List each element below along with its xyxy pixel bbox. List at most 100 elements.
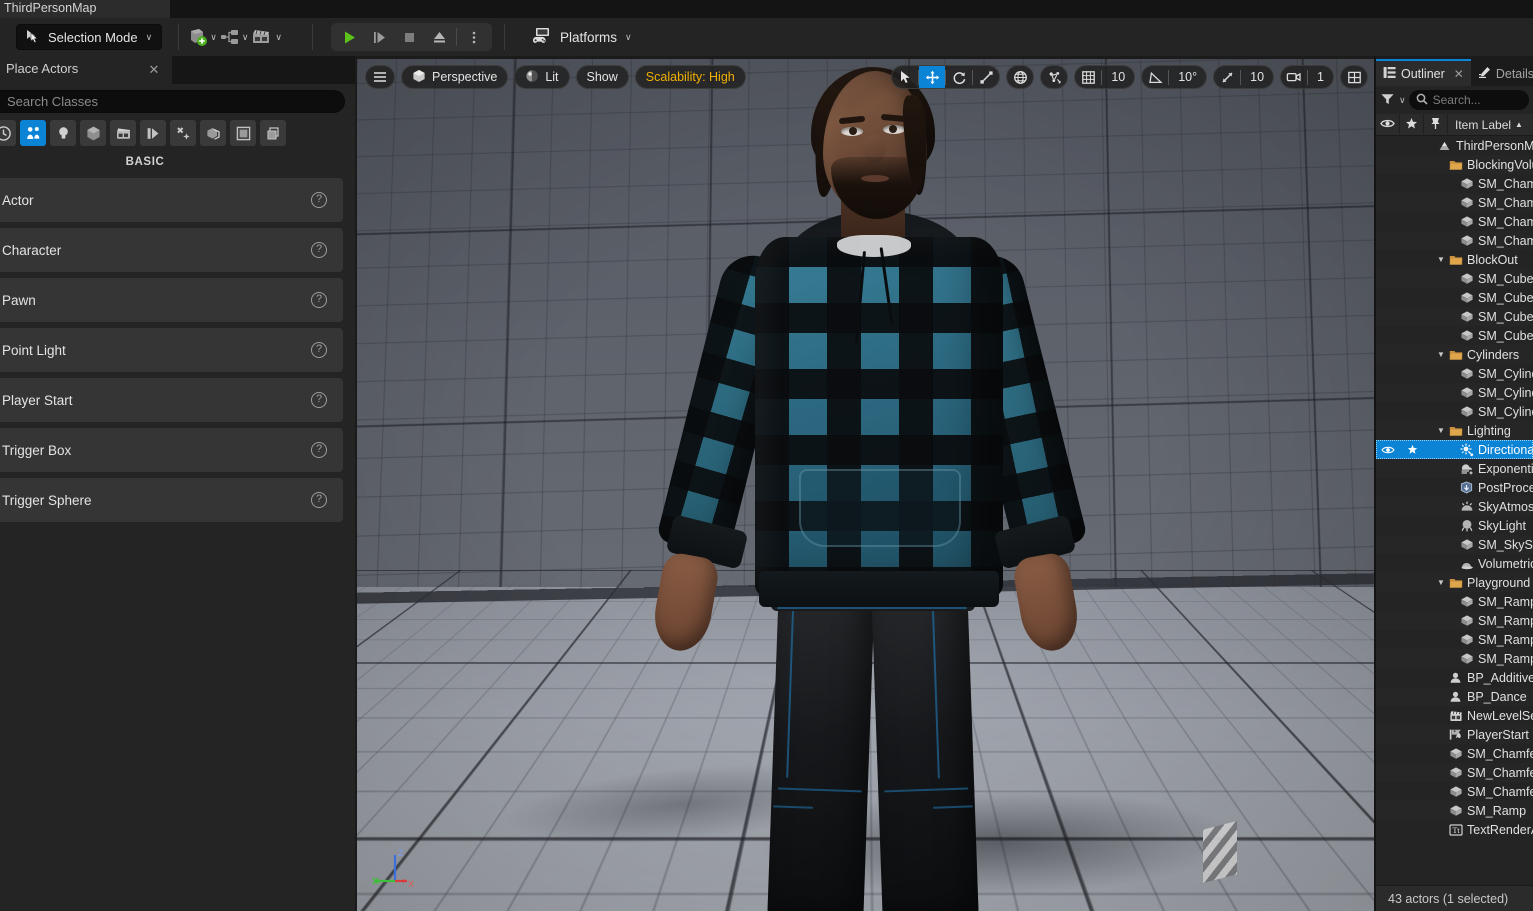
- add-actor-button[interactable]: ∨: [187, 23, 217, 51]
- cinematics-button[interactable]: ∨: [250, 23, 282, 51]
- volumes-icon[interactable]: [200, 120, 226, 146]
- viewport-show-button[interactable]: Show: [575, 65, 629, 89]
- chevron-down-icon[interactable]: ∨: [1399, 95, 1406, 106]
- recently-placed-icon[interactable]: [0, 120, 16, 146]
- tab-outliner[interactable]: Outliner ✕: [1376, 59, 1471, 86]
- shapes-cube-icon[interactable]: [80, 120, 106, 146]
- close-icon[interactable]: ✕: [146, 62, 162, 78]
- outliner-row[interactable]: ▼ BlockOut: [1376, 250, 1533, 269]
- outliner-row[interactable]: SM_SkySphere: [1376, 535, 1533, 554]
- chevron-down-icon[interactable]: ▼: [1435, 426, 1447, 435]
- outliner-row[interactable]: PlayerStart: [1376, 725, 1533, 744]
- geometry-sparkle-icon[interactable]: [170, 120, 196, 146]
- outliner-row[interactable]: SM_ChamferCube4: [1376, 231, 1533, 250]
- outliner-row[interactable]: SM_Ramp: [1376, 801, 1533, 820]
- column-pin[interactable]: [1424, 113, 1448, 136]
- outliner-row[interactable]: DirectionalLight: [1376, 440, 1533, 459]
- blueprints-button[interactable]: ∨: [219, 23, 248, 51]
- rotate-tool-button[interactable]: [946, 66, 972, 88]
- place-actor-item-point-light[interactable]: Point Light ?: [0, 328, 343, 372]
- surface-snap-icon[interactable]: [1041, 66, 1067, 88]
- place-actor-item-trigger-sphere[interactable]: Trigger Sphere ?: [0, 478, 343, 522]
- chevron-down-icon[interactable]: ▼: [1435, 350, 1447, 359]
- help-icon[interactable]: ?: [311, 392, 327, 408]
- star-icon[interactable]: [1400, 444, 1424, 455]
- outliner-row[interactable]: NewLevelSequence: [1376, 706, 1533, 725]
- outliner-row[interactable]: SM_Ramp3: [1376, 630, 1533, 649]
- outliner-tree[interactable]: ThirdPersonMap BlockingVolumes SM_ChamferC…: [1376, 136, 1533, 885]
- chevron-down-icon[interactable]: ▼: [1435, 255, 1447, 264]
- help-icon[interactable]: ?: [311, 192, 327, 208]
- all-classes-square-icon[interactable]: [230, 120, 256, 146]
- eye-icon[interactable]: [1376, 445, 1400, 455]
- outliner-row[interactable]: SM_Ramp2: [1376, 611, 1533, 630]
- outliner-row[interactable]: SM_ChamferCube: [1376, 174, 1533, 193]
- viewport-menu-button[interactable]: [365, 65, 395, 89]
- outliner-row[interactable]: ThirdPersonMap: [1376, 136, 1533, 155]
- outliner-row[interactable]: SM_ChamferCube3: [1376, 212, 1533, 231]
- select-tool-button[interactable]: [892, 66, 918, 88]
- help-icon[interactable]: ?: [311, 242, 327, 258]
- outliner-row[interactable]: VolumetricCloud: [1376, 554, 1533, 573]
- lights-icon[interactable]: [50, 120, 76, 146]
- angle-snap-icon[interactable]: [1142, 66, 1168, 88]
- place-actor-item-actor[interactable]: Actor ?: [0, 178, 343, 222]
- tab-details[interactable]: Details: [1470, 59, 1533, 86]
- outliner-row[interactable]: SM_Cube2: [1376, 288, 1533, 307]
- outliner-row[interactable]: SM_ChamferCube3: [1376, 782, 1533, 801]
- grid-snap-value[interactable]: 10: [1102, 66, 1134, 88]
- outliner-row[interactable]: PostProcessVolume: [1376, 478, 1533, 497]
- platforms-button[interactable]: Platforms ∨: [523, 23, 640, 51]
- visual-effects-icon[interactable]: [140, 120, 166, 146]
- play-button[interactable]: [334, 25, 364, 49]
- place-actors-search-input[interactable]: Search Classes: [0, 90, 345, 113]
- help-icon[interactable]: ?: [311, 342, 327, 358]
- outliner-row[interactable]: SM_ChamferCube2: [1376, 763, 1533, 782]
- viewport-scalability-button[interactable]: Scalability: High: [634, 65, 746, 89]
- outliner-row[interactable]: SM_Cylinder3: [1376, 402, 1533, 421]
- basic-icon[interactable]: [20, 120, 46, 146]
- move-tool-button[interactable]: [919, 66, 946, 88]
- outliner-row[interactable]: Tt TextRenderActor: [1376, 820, 1533, 839]
- outliner-row[interactable]: SM_Cube3: [1376, 307, 1533, 326]
- outliner-row[interactable]: SM_ChamferCube: [1376, 744, 1533, 763]
- level-tab-thirdpersonmap[interactable]: ThirdPersonMap: [0, 0, 170, 18]
- outliner-row[interactable]: SM_ChamferCube2: [1376, 193, 1533, 212]
- camera-speed-value[interactable]: 1: [1308, 66, 1333, 88]
- column-favorite[interactable]: [1400, 113, 1424, 136]
- outliner-row[interactable]: ExponentialHeightFog: [1376, 459, 1533, 478]
- outliner-row[interactable]: SM_Cylinder: [1376, 364, 1533, 383]
- viewport-lighting-button[interactable]: Lit: [514, 65, 570, 89]
- globe-world-icon[interactable]: [1007, 66, 1033, 88]
- outliner-row[interactable]: SkyAtmosphere: [1376, 497, 1533, 516]
- outliner-row[interactable]: ▼ Lighting: [1376, 421, 1533, 440]
- place-actor-item-player-start[interactable]: Player Start ?: [0, 378, 343, 422]
- place-actor-item-character[interactable]: Character ?: [0, 228, 343, 272]
- viewport-layouts-icon[interactable]: [1341, 66, 1367, 88]
- viewport-perspective-button[interactable]: Perspective: [401, 65, 509, 89]
- outliner-row[interactable]: BP_AdditiveMesh: [1376, 668, 1533, 687]
- outliner-row[interactable]: BlockingVolumes: [1376, 155, 1533, 174]
- outliner-row[interactable]: SkyLight: [1376, 516, 1533, 535]
- filter-funnel-icon[interactable]: [1380, 92, 1395, 109]
- help-icon[interactable]: ?: [311, 442, 327, 458]
- stop-button[interactable]: [394, 25, 424, 49]
- outliner-row[interactable]: ▼ Playground: [1376, 573, 1533, 592]
- cinematic-clapper-icon[interactable]: [110, 120, 136, 146]
- scale-snap-icon[interactable]: [1214, 66, 1240, 88]
- outliner-row[interactable]: SM_Cube4: [1376, 326, 1533, 345]
- outliner-row[interactable]: SM_Ramp4: [1376, 649, 1533, 668]
- level-viewport[interactable]: Perspective Lit Show Scalability: High 1…: [357, 59, 1374, 911]
- help-icon[interactable]: ?: [311, 492, 327, 508]
- help-icon[interactable]: ?: [311, 292, 327, 308]
- eject-button[interactable]: [424, 25, 454, 49]
- place-actor-item-pawn[interactable]: Pawn ?: [0, 278, 343, 322]
- camera-speed-icon[interactable]: [1281, 66, 1307, 88]
- column-visibility[interactable]: [1376, 113, 1400, 136]
- outliner-row[interactable]: SM_Cube: [1376, 269, 1533, 288]
- outliner-row[interactable]: ▼ Cylinders: [1376, 345, 1533, 364]
- chevron-down-icon[interactable]: ▼: [1435, 578, 1447, 587]
- angle-snap-value[interactable]: 10°: [1169, 66, 1206, 88]
- place-actors-tab[interactable]: Place Actors ✕: [0, 56, 172, 84]
- outliner-row[interactable]: SM_Ramp: [1376, 592, 1533, 611]
